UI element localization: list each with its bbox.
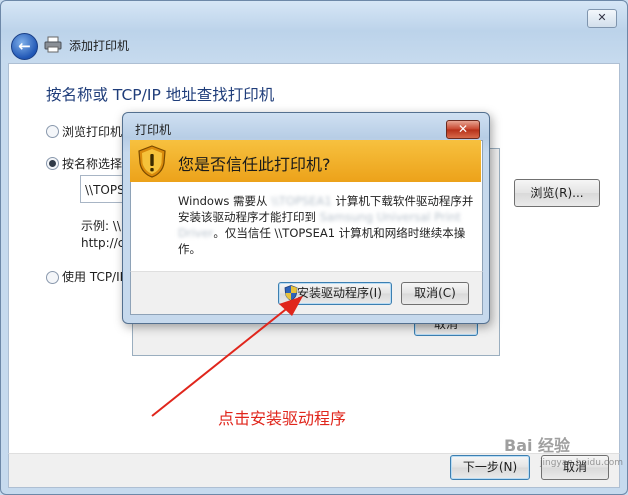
radio-select-by-name[interactable] (46, 157, 59, 170)
option-label-by-name: 按名称选择 (62, 157, 123, 171)
window-close-button[interactable]: ✕ (587, 9, 617, 28)
dialog-title: 打印机 (135, 123, 172, 137)
window-title: 添加打印机 (69, 39, 130, 53)
back-arrow-button[interactable]: ← (11, 33, 38, 60)
message-part-3: 。仅当信任 \\TOPSEA1 计算机和网络时继续本操作。 (178, 226, 466, 256)
message-part-1: Windows 需要从 (178, 194, 272, 208)
dialog-heading: 您是否信任此打印机? (178, 155, 331, 174)
example-text: 示例: \\ http://c (81, 218, 124, 252)
blurred-computer-name: \\TOPSEA1 (271, 194, 332, 208)
option-label-browse: 浏览打印机 (62, 125, 123, 139)
watermark-logo: Bai 经验 (504, 436, 571, 455)
uac-shield-icon (284, 285, 298, 301)
dialog-cancel-button[interactable]: 取消(C) (401, 282, 469, 305)
printer-icon (44, 36, 62, 53)
watermark-url: jingyan.baidu.com (540, 458, 624, 468)
example-line-1: 示例: \\ (81, 219, 121, 233)
dialog-message: Windows 需要从 \\TOPSEA1 计算机下载软件驱动程序并安装该驱动程… (178, 193, 478, 257)
radio-browse-printer[interactable] (46, 125, 59, 138)
page-heading: 按名称或 TCP/IP 地址查找打印机 (46, 86, 275, 104)
warning-shield-icon (138, 145, 166, 178)
radio-tcpip[interactable] (46, 271, 59, 284)
browse-button[interactable]: 浏览(R)... (514, 179, 600, 207)
option-label-tcpip: 使用 TCP/IP (62, 270, 127, 284)
dialog-close-button[interactable]: ✕ (446, 120, 480, 139)
example-line-2: http://c (81, 236, 125, 250)
annotation-text: 点击安装驱动程序 (218, 409, 347, 428)
next-button[interactable]: 下一步(N) (450, 455, 530, 480)
